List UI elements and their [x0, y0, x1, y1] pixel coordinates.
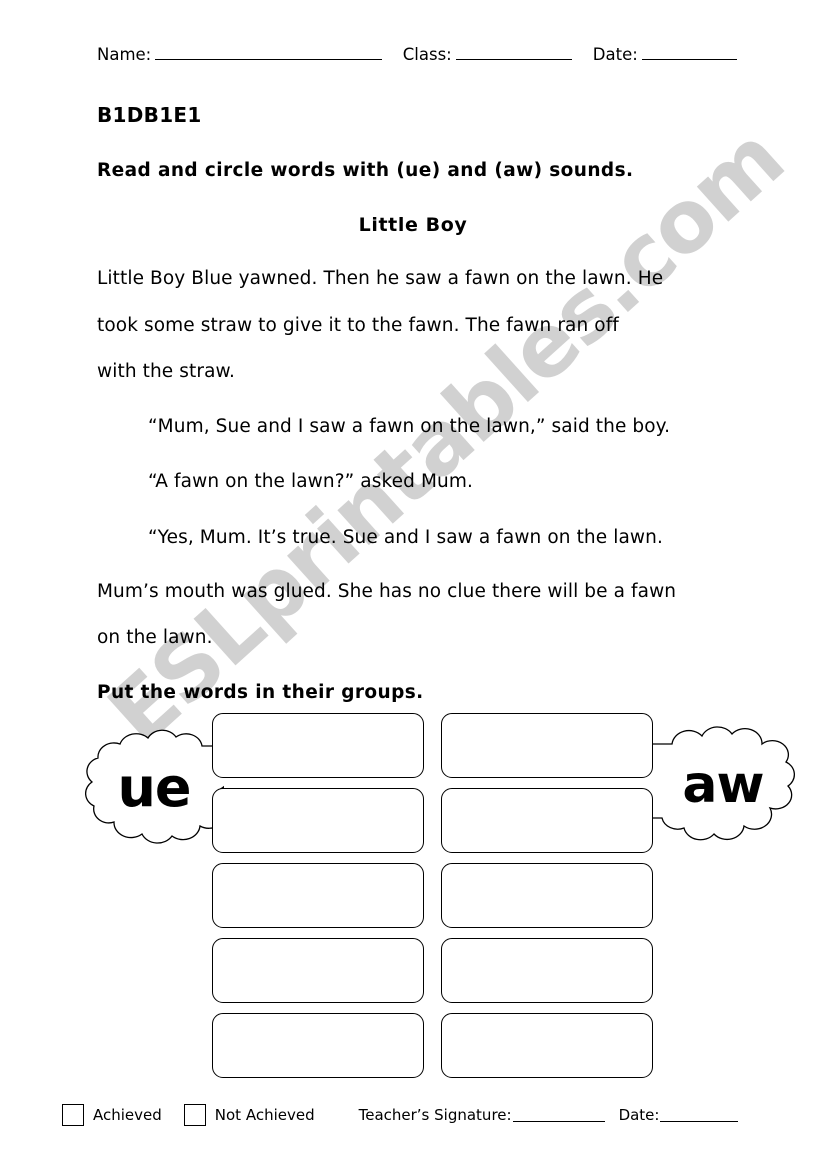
- student-info-row: Name: Class: Date:: [97, 45, 737, 75]
- name-input-line[interactable]: [155, 45, 382, 60]
- story-line: Mum’s mouth was glued. She has no clue t…: [97, 581, 677, 602]
- story-title: Little Boy: [358, 214, 468, 236]
- table-row: [212, 863, 653, 928]
- answer-box[interactable]: [212, 863, 424, 928]
- checkbox-achieved[interactable]: [62, 1104, 84, 1126]
- story-line: Little Boy Blue yawned. Then he saw a fa…: [97, 268, 664, 289]
- story-quote-line: “Mum, Sue and I saw a fawn on the lawn,”…: [148, 416, 671, 437]
- date-input-line[interactable]: [641, 45, 737, 60]
- story-line: on the lawn.: [97, 627, 213, 648]
- story-quote-line: “A fawn on the lawn?” asked Mum.: [148, 471, 473, 492]
- achieved-label: Achieved: [93, 1106, 162, 1124]
- name-label: Name:: [97, 45, 152, 64]
- teacher-signature-line[interactable]: [512, 1109, 605, 1122]
- answer-box[interactable]: [441, 863, 653, 928]
- answer-box[interactable]: [441, 938, 653, 1003]
- class-label: Class:: [402, 45, 452, 64]
- not-achieved-label: Not Achieved: [214, 1106, 315, 1124]
- worksheet-code: B1DB1E1: [97, 103, 202, 127]
- date-label: Date:: [592, 45, 638, 64]
- table-row: [212, 938, 653, 1003]
- class-input-line[interactable]: [455, 45, 572, 60]
- answer-box[interactable]: [212, 938, 424, 1003]
- worksheet-page: Name: Class: Date: B1DB1E1 Read and circ…: [0, 0, 826, 1169]
- answer-box[interactable]: [441, 1013, 653, 1078]
- table-row: [212, 788, 653, 853]
- checkbox-not-achieved[interactable]: [183, 1104, 206, 1126]
- instruction-put-words-in-groups: Put the words in their groups.: [97, 682, 424, 703]
- story-line: with the straw.: [97, 361, 236, 382]
- instruction-read-and-circle: Read and circle words with (ue) and (aw)…: [97, 160, 634, 181]
- cloud-label-ue: ue: [117, 755, 191, 819]
- story-line: took some straw to give it to the fawn. …: [97, 315, 619, 336]
- table-row: [212, 1013, 653, 1078]
- table-row: [212, 713, 653, 778]
- answer-box[interactable]: [212, 788, 424, 853]
- sound-cloud-ue: ue: [84, 726, 224, 848]
- teacher-signature-label: Teacher’s Signature:: [358, 1106, 512, 1124]
- footer-date-label: Date:: [618, 1106, 660, 1124]
- footer-date-line[interactable]: [660, 1109, 739, 1122]
- story-quote-line: “Yes, Mum. It’s true. Sue and I saw a fa…: [148, 527, 663, 548]
- cloud-label-aw: aw: [682, 755, 764, 815]
- answer-box[interactable]: [441, 788, 653, 853]
- answer-box[interactable]: [212, 1013, 424, 1078]
- answer-box[interactable]: [441, 713, 653, 778]
- assessment-footer: Achieved Not Achieved Teacher’s Signatur…: [62, 1098, 762, 1132]
- answer-box[interactable]: [212, 713, 424, 778]
- word-sorting-grid: [212, 713, 653, 1088]
- sound-cloud-aw: aw: [648, 722, 798, 848]
